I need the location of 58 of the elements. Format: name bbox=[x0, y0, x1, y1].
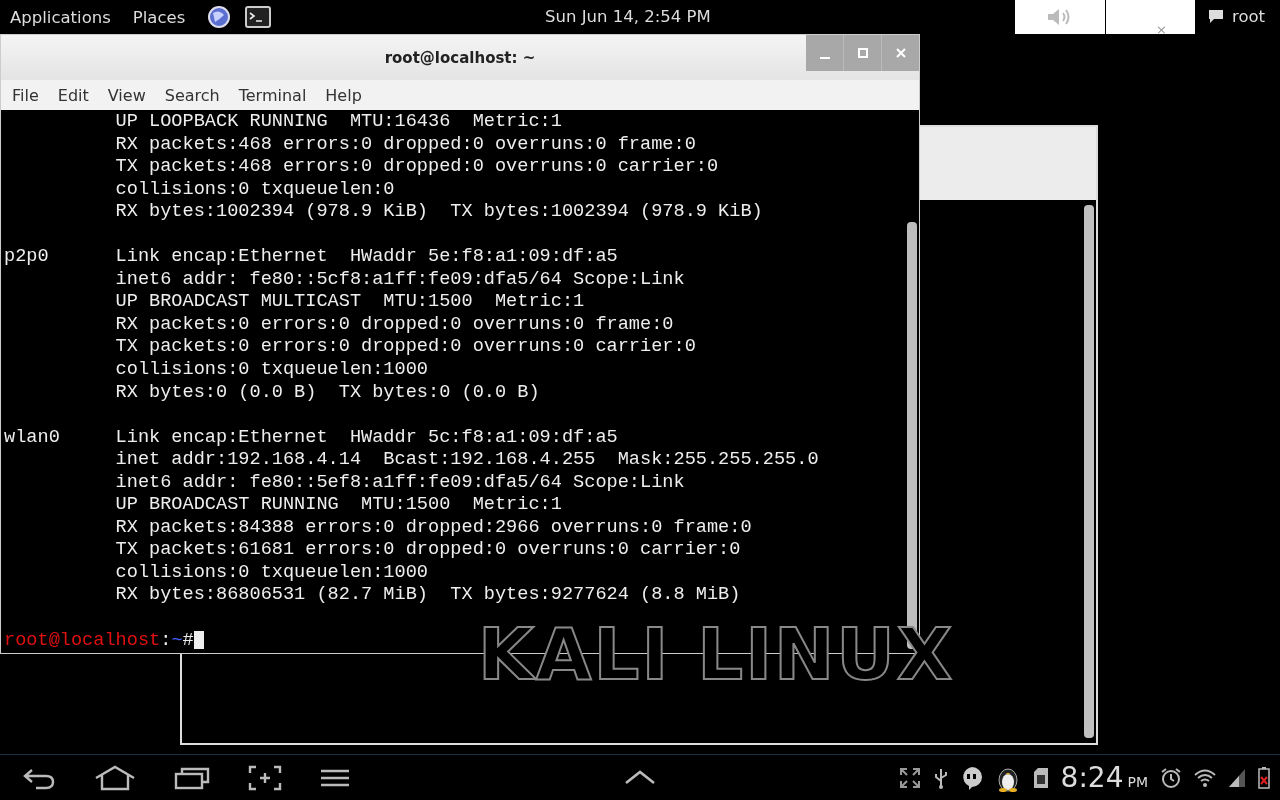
window-title: root@localhost: ~ bbox=[384, 48, 536, 67]
menu-item[interactable]: View bbox=[107, 85, 146, 105]
status-ampm: PM bbox=[1127, 773, 1148, 790]
prompt-path: ~ bbox=[171, 629, 183, 651]
signal-icon bbox=[1228, 767, 1246, 788]
terminal-line: RX packets:468 errors:0 dropped:0 overruns:0 frame:0 bbox=[114, 133, 697, 157]
terminal-line: UP BROADCAST MULTICAST MTU:1500 Metric:1 bbox=[114, 291, 586, 314]
terminal-line: RX bytes:1002394 (978.9 KiB) TX bytes:1002394 (978.9 KiB) bbox=[114, 201, 764, 224]
terminal-icon[interactable] bbox=[245, 6, 272, 28]
close-icon bbox=[894, 47, 907, 59]
home-icon[interactable] bbox=[94, 764, 136, 791]
terminal-line: TX packets:0 errors:0 dropped:0 overruns:0 carrier:0 bbox=[114, 336, 697, 359]
status-time: 8:24 bbox=[1060, 761, 1124, 794]
screenshot-icon[interactable] bbox=[248, 764, 282, 791]
terminal-line: inet addr:192.168.4.14 Bcast:192.168.4.255 Mask:255.255.255.0 bbox=[114, 449, 820, 472]
text-cursor bbox=[193, 630, 204, 649]
prompt-user: root@localhost bbox=[4, 629, 161, 651]
terminal-line: inet6 addr: fe80::5cf8:a1ff:fe09:dfa5/64 Scope:Link bbox=[114, 268, 686, 292]
terminal-line: UP BROADCAST RUNNING MTU:1500 Metric:1 bbox=[114, 494, 563, 517]
clock-text[interactable]: Sun Jun 14, 2:54 PM bbox=[545, 7, 711, 26]
terminal-line: RX bytes:0 (0.0 B) TX bytes:0 (0.0 B) bbox=[114, 381, 541, 405]
minimize-icon bbox=[819, 57, 830, 59]
panel-menu[interactable]: Places bbox=[132, 7, 186, 27]
menu-icon[interactable] bbox=[320, 767, 350, 788]
chat-icon bbox=[1208, 8, 1224, 24]
menu-item[interactable]: Edit bbox=[57, 85, 89, 105]
usb-icon bbox=[932, 766, 949, 789]
globe-icon[interactable] bbox=[207, 5, 232, 29]
menu-item[interactable]: Search bbox=[164, 85, 220, 105]
terminal-line: TX packets:468 errors:0 dropped:0 overruns:0 carrier:0 bbox=[114, 156, 720, 179]
terminal-line: TX packets:61681 errors:0 dropped:0 overruns:0 carrier:0 bbox=[114, 539, 742, 562]
menu-item[interactable]: File bbox=[12, 85, 39, 105]
panel-menu[interactable]: Applications bbox=[10, 7, 111, 27]
chat-bubble-icon bbox=[960, 765, 983, 790]
maximize-icon bbox=[856, 47, 869, 59]
battery-icon bbox=[1258, 766, 1270, 789]
terminal-line: UP LOOPBACK RUNNING MTU:16436 Metric:1 bbox=[114, 111, 563, 134]
menu-item[interactable]: Help bbox=[325, 85, 362, 105]
alarm-icon bbox=[1160, 766, 1182, 789]
caret-icon[interactable] bbox=[624, 769, 656, 785]
scrollbar[interactable] bbox=[1084, 205, 1094, 738]
wifi-icon bbox=[1194, 767, 1216, 788]
terminal-line: collisions:0 txqueuelen:1000 bbox=[114, 359, 429, 382]
fullscreen-icon[interactable] bbox=[898, 766, 921, 789]
terminal-line: wlan0 Link encap:Ethernet HWaddr 5c:f8:a1:09:df:a5 bbox=[4, 426, 619, 450]
terminal-line: p2p0 Link encap:Ethernet HWaddr 5e:f8:a1:09:df:a5 bbox=[4, 246, 619, 269]
prompt-symbol: # bbox=[182, 629, 194, 651]
terminal-line: RX packets:84388 errors:0 dropped:2966 overruns:0 frame:0 bbox=[114, 516, 753, 540]
user-menu[interactable]: root bbox=[1232, 7, 1266, 26]
terminal-line: RX packets:0 errors:0 dropped:0 overruns:0 frame:0 bbox=[114, 313, 675, 337]
sd-card-icon bbox=[1032, 766, 1049, 789]
prompt-separator: : bbox=[160, 629, 172, 651]
terminal-line: collisions:0 txqueuelen:0 bbox=[114, 178, 396, 202]
terminal-line: collisions:0 txqueuelen:1000 bbox=[114, 561, 429, 585]
terminal-line: RX bytes:86806531 (82.7 MiB) TX bytes:9277624 (8.8 MiB) bbox=[114, 584, 742, 608]
terminal-line: inet6 addr: fe80::5ef8:a1ff:fe09:dfa5/64 Scope:Link bbox=[114, 471, 686, 495]
recent-apps-icon[interactable] bbox=[174, 765, 210, 790]
menu-item[interactable]: Terminal bbox=[238, 85, 307, 105]
